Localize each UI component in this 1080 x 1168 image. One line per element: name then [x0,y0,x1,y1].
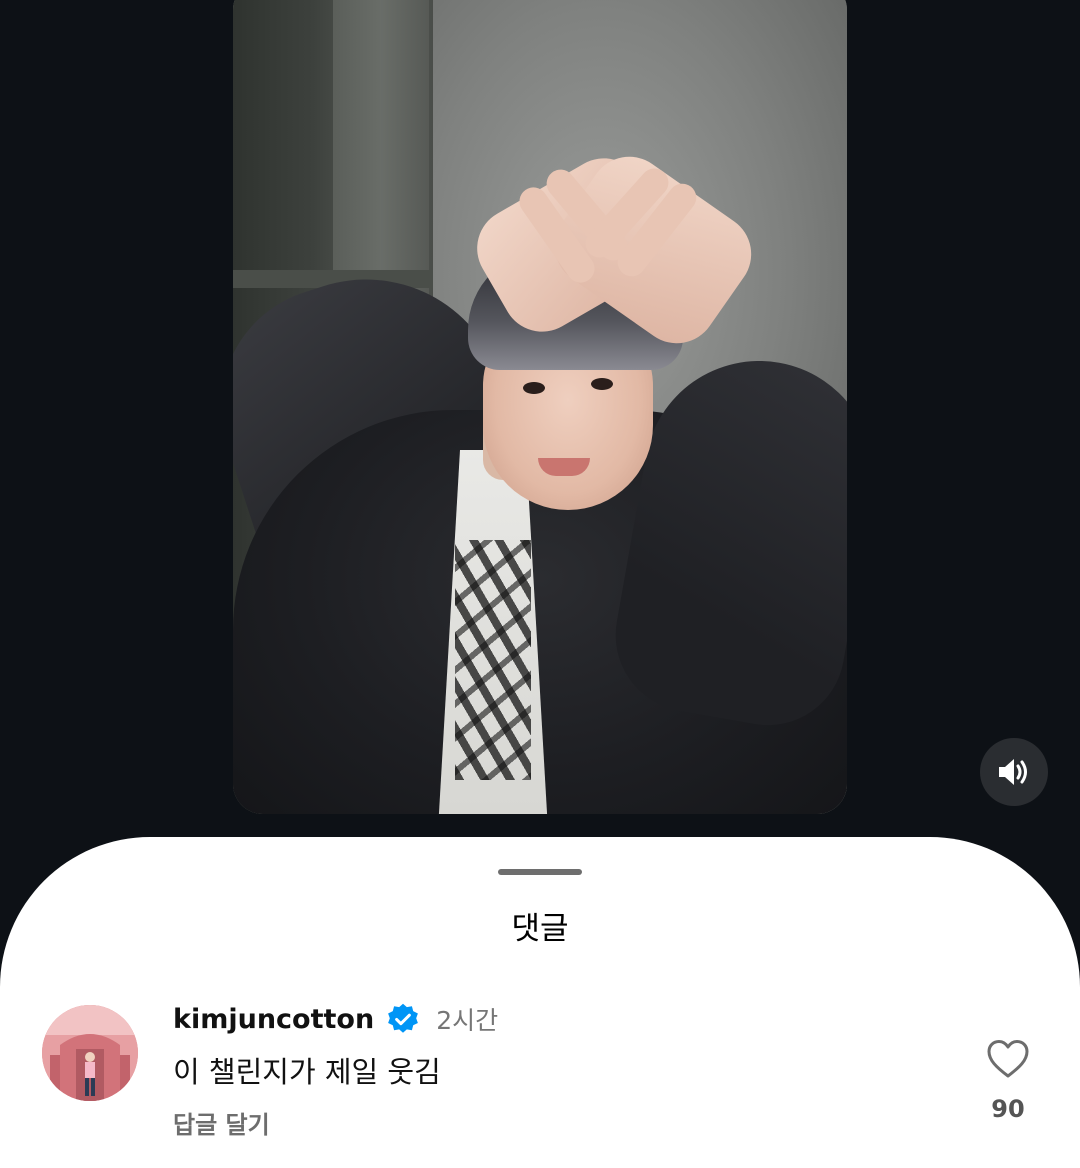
reply-button[interactable]: 답글 달기 [173,1105,270,1140]
comments-sheet: 댓글 kimjuncotton 2시간 이 챌린지가 제일 웃김 답글 달기 9… [0,837,1080,1168]
drag-handle[interactable] [498,869,582,875]
sheet-title: 댓글 [511,911,569,947]
screen: 댓글 kimjuncotton 2시간 이 챌린지가 제일 웃김 답글 달기 9… [0,0,1080,1168]
like-count: 90 [991,1095,1025,1123]
verified-badge-icon [388,1003,419,1033]
sound-toggle-button[interactable] [980,738,1048,806]
comment-time: 2시간 [436,1006,499,1035]
avatar[interactable] [42,1005,138,1101]
comment-username[interactable]: kimjuncotton [173,1004,374,1035]
video-player[interactable] [233,0,847,814]
comment-text: 이 챌린지가 제일 웃김 [173,1055,441,1089]
speaker-icon [999,759,1027,785]
comment-item: kimjuncotton 2시간 이 챌린지가 제일 웃김 답글 달기 90 [42,1003,1042,1145]
heart-outline-icon[interactable] [986,1039,1030,1079]
